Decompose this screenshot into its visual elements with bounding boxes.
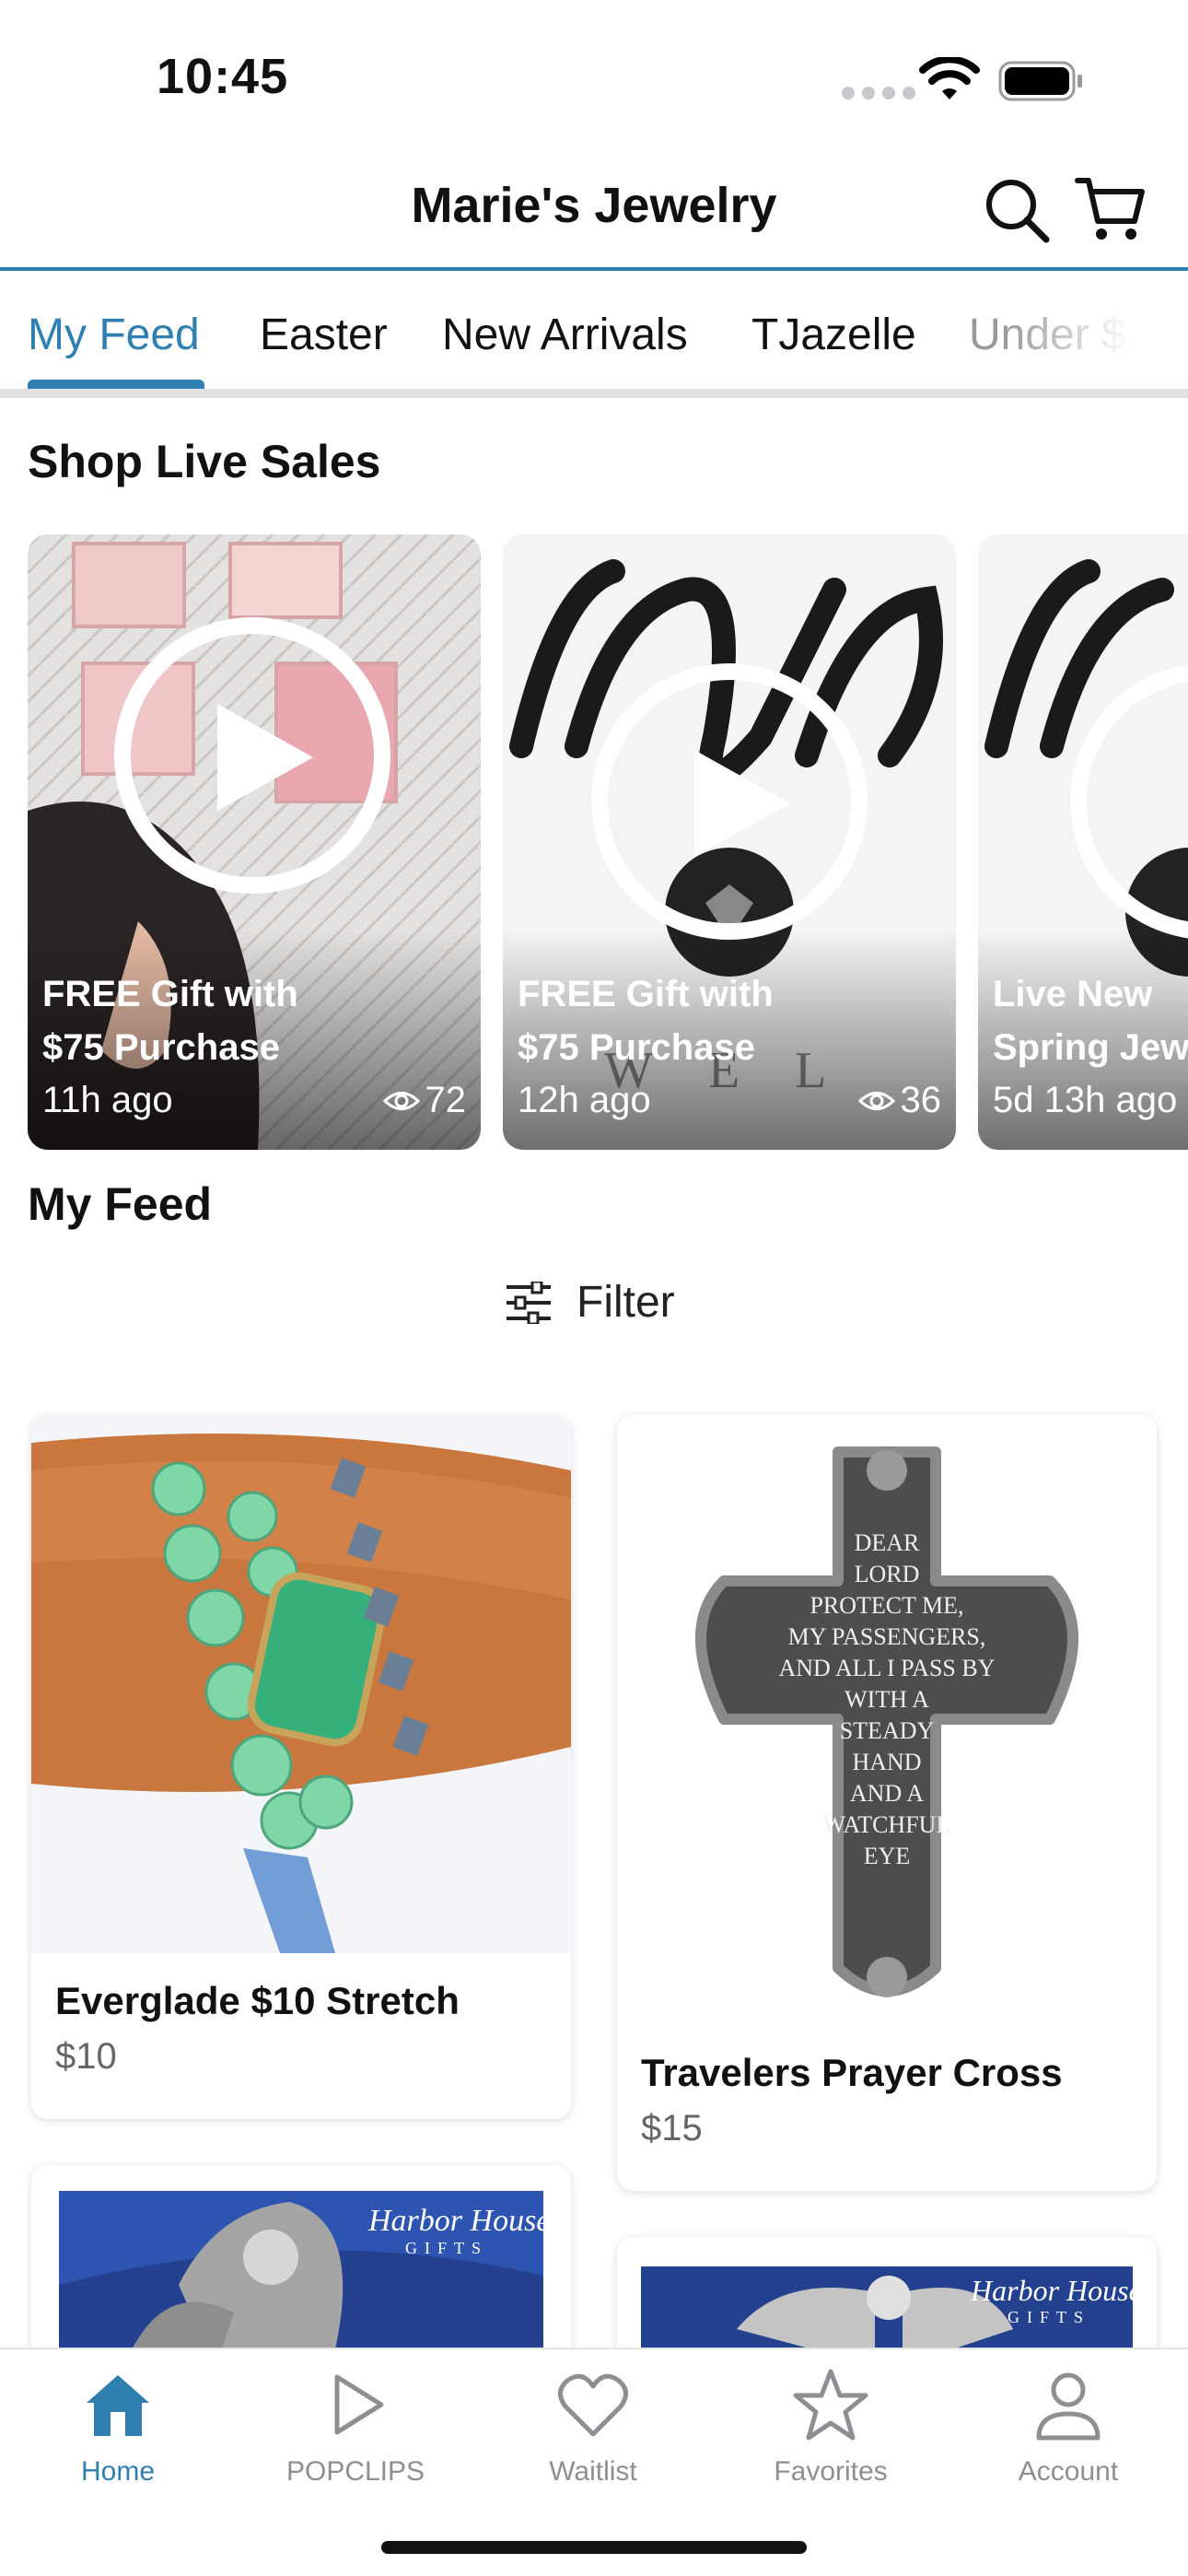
- tab-my-feed[interactable]: My Feed: [28, 310, 200, 360]
- view-count: 72: [382, 1080, 466, 1121]
- live-sale-title: Live New Spring Jew: [993, 974, 1188, 1068]
- live-sale-time: 12h ago: [518, 1080, 651, 1120]
- battery-icon: [998, 61, 1082, 101]
- product-card[interactable]: DEAR LORD PROTECT ME, MY PASSENGERS, AND…: [617, 1415, 1157, 2191]
- live-sale-time: 5d 13h ago: [993, 1080, 1178, 1120]
- eye-icon: [382, 1091, 420, 1110]
- nav-home[interactable]: Home: [17, 2366, 219, 2488]
- tab-easter[interactable]: Easter: [260, 310, 388, 360]
- person-icon: [1036, 2372, 1101, 2441]
- brand-logo: Harbor House GIFTS: [368, 2204, 551, 2257]
- live-sales-heading: Shop Live Sales: [28, 436, 381, 487]
- nav-favorites[interactable]: Favorites: [729, 2366, 932, 2488]
- wifi-icon: [919, 57, 980, 100]
- status-time: 10:45: [157, 49, 289, 104]
- status-bar: 10:45: [0, 0, 1188, 138]
- product-name: Everglade $10 Stretch: [55, 1979, 460, 2022]
- live-sale-title: FREE Gift with $75 Purchase: [42, 974, 298, 1068]
- filter-button[interactable]: Filter: [505, 1277, 675, 1328]
- live-sale-title: FREE Gift with $75 Purchase: [518, 974, 774, 1068]
- app-header: Marie's Jewelry: [0, 147, 1188, 271]
- tab-tjazelle[interactable]: TJazelle: [751, 310, 916, 360]
- heart-icon: [558, 2373, 628, 2437]
- tab-new-arrivals[interactable]: New Arrivals: [442, 310, 688, 360]
- nav-waitlist[interactable]: Waitlist: [492, 2366, 694, 2488]
- home-indicator: [381, 2541, 807, 2554]
- category-tabs: My Feed Easter New Arrivals TJazelle Und…: [0, 275, 1188, 398]
- search-icon[interactable]: [982, 175, 1052, 245]
- brand-logo: Harbor House GIFTS: [971, 2274, 1142, 2326]
- eye-icon: [857, 1091, 895, 1110]
- home-icon: [87, 2375, 149, 2436]
- cross-engraving: DEAR LORD PROTECT ME, MY PASSENGERS, AND…: [778, 1529, 996, 1869]
- live-sales-carousel: FREE Gift with$75 Purchase 11h ago 72 WE…: [28, 534, 1188, 1152]
- product-name: Travelers Prayer Cross: [641, 2051, 1063, 2094]
- live-sale-card[interactable]: FREE Gift with $75 Purchase 11h ago 72: [28, 534, 481, 1150]
- cellular-signal-icon: [842, 87, 915, 100]
- play-icon: [334, 2374, 384, 2435]
- nav-popclips[interactable]: POPCLIPS: [254, 2366, 457, 2488]
- cart-icon[interactable]: [1074, 171, 1147, 245]
- live-sale-card[interactable]: Live New Spring Jew 5d 13h ago: [978, 534, 1188, 1150]
- view-count: 36: [857, 1080, 941, 1121]
- nav-account[interactable]: Account: [967, 2366, 1170, 2488]
- filter-sliders-icon: [507, 1281, 551, 1324]
- product-price: $10: [55, 2036, 117, 2077]
- active-tab-indicator: [28, 380, 204, 389]
- product-price: $15: [641, 2108, 703, 2149]
- star-icon: [793, 2369, 868, 2441]
- live-sale-card[interactable]: WEL FREE Gift with$75 Purchase 12h ago 3…: [503, 534, 956, 1150]
- feed-heading: My Feed: [28, 1178, 213, 1230]
- product-card[interactable]: Everglade $10 Stretch $10: [31, 1415, 571, 2119]
- live-sale-time: 11h ago: [42, 1080, 173, 1120]
- product-image: [31, 1415, 571, 1953]
